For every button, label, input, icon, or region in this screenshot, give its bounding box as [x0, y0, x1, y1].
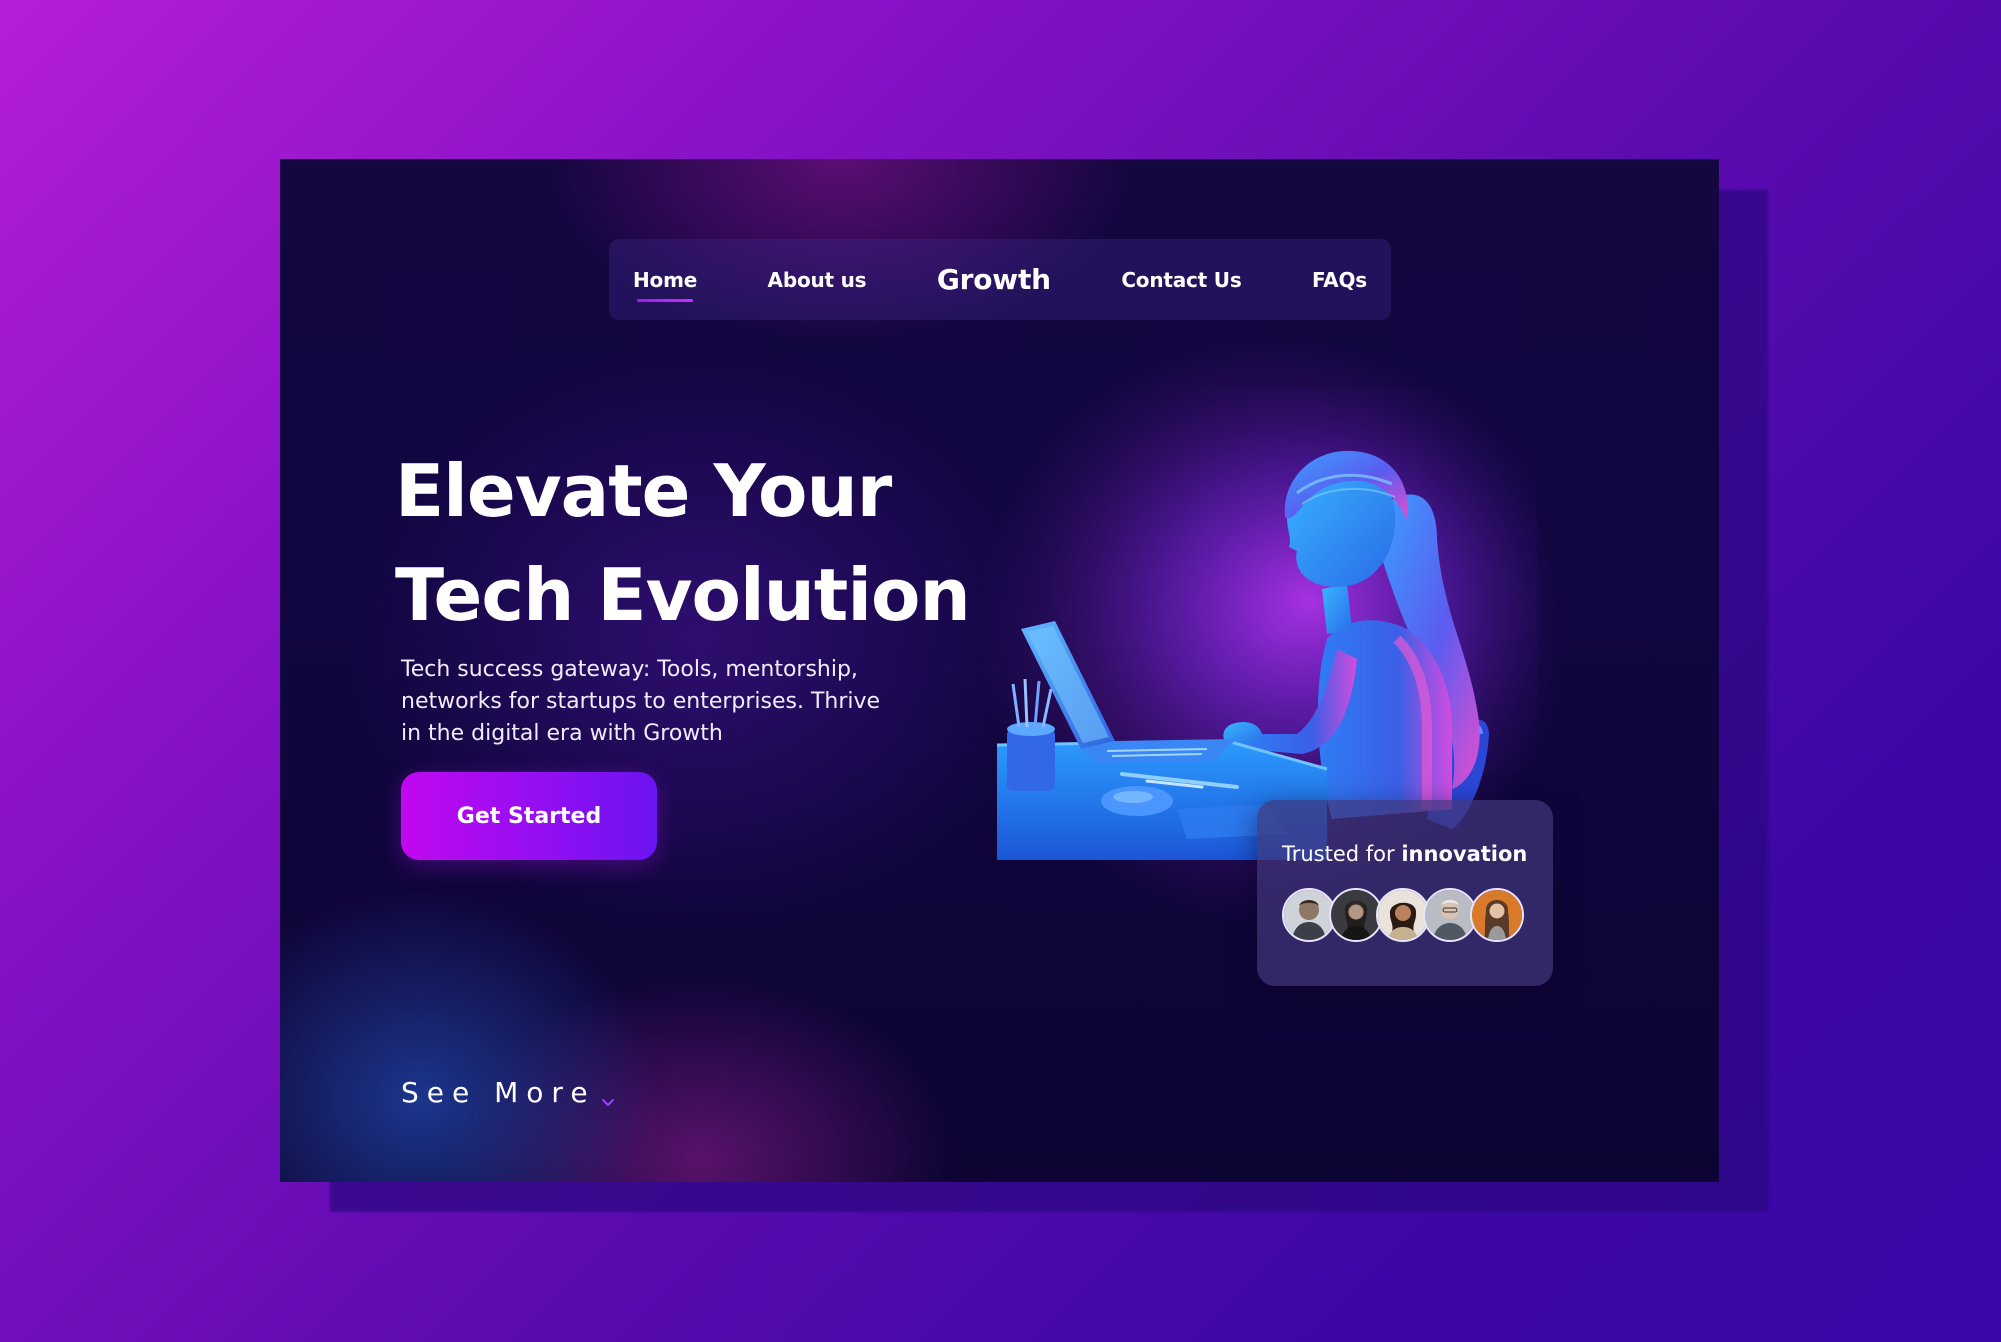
top-navigation: Home About us Growth Contact Us FAQs — [609, 239, 1391, 320]
landing-card: Home About us Growth Contact Us FAQs Ele… — [280, 159, 1719, 1182]
see-more-link[interactable]: See More — [401, 1076, 616, 1109]
hero-title-line-2: Tech Evolution — [395, 553, 971, 637]
get-started-button[interactable]: Get Started — [401, 772, 657, 860]
trusted-card: Trusted for innovation — [1257, 800, 1553, 986]
chevron-down-icon — [600, 1085, 616, 1106]
woman-laptop-illustration — [996, 389, 1537, 860]
hero-title-line-1: Elevate Your — [395, 449, 892, 533]
nav-item-faqs[interactable]: FAQs — [1312, 268, 1367, 292]
avatar — [1329, 888, 1383, 942]
trusted-text: Trusted for innovation — [1282, 842, 1529, 866]
nav-item-contact-us[interactable]: Contact Us — [1121, 268, 1241, 292]
avatar — [1376, 888, 1430, 942]
see-more-label: See More — [401, 1076, 596, 1109]
hero-subtitle: Tech success gateway: Tools, mentorship,… — [401, 657, 881, 746]
trusted-text-prefix: Trusted for — [1282, 842, 1395, 866]
hero-title: Elevate Your Tech Evolution — [395, 439, 1015, 647]
avatar — [1282, 888, 1336, 942]
avatar — [1423, 888, 1477, 942]
trusted-text-emphasis: innovation — [1401, 842, 1528, 866]
avatar — [1470, 888, 1524, 942]
nav-item-home[interactable]: Home — [633, 268, 697, 302]
brand-logo-growth[interactable]: Growth — [937, 263, 1051, 296]
avatar-group — [1282, 888, 1529, 942]
nav-item-about-us[interactable]: About us — [768, 268, 867, 292]
